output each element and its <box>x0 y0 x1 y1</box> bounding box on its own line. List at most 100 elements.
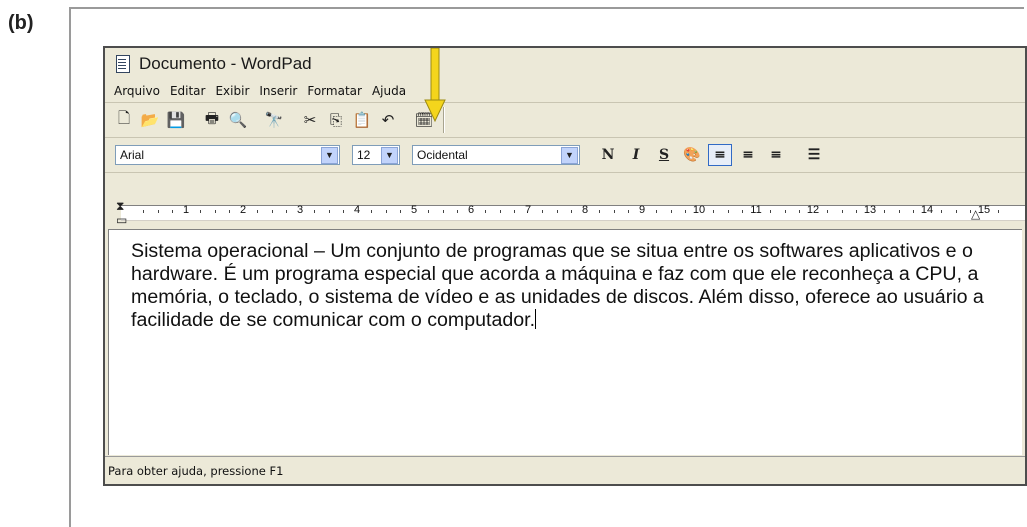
ruler-tick <box>941 210 943 213</box>
ruler-tick <box>727 210 729 213</box>
ruler-tick <box>542 210 544 213</box>
ruler-tick <box>855 210 857 213</box>
ruler-tick <box>969 210 971 213</box>
ruler-tick <box>385 210 387 213</box>
ruler-tick <box>271 210 273 213</box>
ruler-tick <box>827 210 829 213</box>
left-indent-icon[interactable]: ▭ <box>116 213 127 227</box>
ruler-tick <box>741 210 743 213</box>
align-left-button[interactable]: ≡ <box>708 144 732 166</box>
script-select[interactable]: Ocidental ▼ <box>412 145 580 165</box>
ruler-number: 2 <box>239 204 247 216</box>
ruler-tick <box>214 210 216 213</box>
ruler-number: 14 <box>920 204 934 216</box>
ruler-tick <box>342 210 344 213</box>
italic-button[interactable]: I <box>624 144 648 166</box>
print-preview-icon[interactable]: 🔍 <box>227 109 249 131</box>
ruler-number: 10 <box>692 204 706 216</box>
ruler-tick <box>328 210 330 213</box>
open-icon[interactable]: 📂 <box>139 109 161 131</box>
ruler-tick <box>143 210 145 213</box>
ruler-tick <box>670 210 672 213</box>
ruler-number: 7 <box>524 204 532 216</box>
ruler-tick <box>200 210 202 213</box>
ruler-tick <box>599 210 601 213</box>
ruler-tick <box>228 210 230 213</box>
ruler-tick <box>656 210 658 213</box>
align-center-button[interactable]: ≡ <box>736 144 760 166</box>
font-value: Arial <box>120 148 145 162</box>
menu-bar: Arquivo Editar Exibir Inserir Formatar A… <box>105 79 1025 103</box>
ruler-tick <box>456 210 458 213</box>
ruler-tick <box>399 210 401 213</box>
standard-toolbar: 🗋 📂 💾 🖶 🔍 🔭 ✂ ⎘ 📋 ↶ 🗓 <box>105 103 1025 138</box>
ruler-tick <box>955 210 957 213</box>
ruler-tick <box>513 210 515 213</box>
font-select[interactable]: Arial ▼ <box>115 145 340 165</box>
wordpad-window: Documento - WordPad Arquivo Editar Exibi… <box>103 46 1027 486</box>
menu-formatar[interactable]: Formatar <box>302 84 367 98</box>
color-palette-icon[interactable]: 🎨 <box>680 144 704 166</box>
print-icon[interactable]: 🖶 <box>201 109 223 131</box>
ruler-number: 11 <box>750 204 762 216</box>
ruler-tick <box>428 210 430 213</box>
chevron-down-icon[interactable]: ▼ <box>381 146 398 164</box>
ruler-tick <box>998 210 1000 213</box>
menu-inserir[interactable]: Inserir <box>254 84 302 98</box>
font-size-select[interactable]: 12 ▼ <box>352 145 400 165</box>
document-area[interactable]: Sistema operacional – Um conjunto de pro… <box>108 229 1022 455</box>
document-text[interactable]: Sistema operacional – Um conjunto de pro… <box>131 240 991 332</box>
save-icon[interactable]: 💾 <box>165 109 187 131</box>
cut-icon[interactable]: ✂ <box>299 109 321 131</box>
ruler-tick <box>257 210 259 213</box>
find-icon[interactable]: 🔭 <box>263 109 285 131</box>
title-bar[interactable]: Documento - WordPad <box>105 48 1025 79</box>
ruler-tick <box>770 210 772 213</box>
menu-ajuda[interactable]: Ajuda <box>367 84 411 98</box>
ruler-tick <box>912 210 914 213</box>
ruler-tick <box>613 210 615 213</box>
ruler-tick <box>570 210 572 213</box>
text-caret <box>535 309 537 329</box>
ruler-number: 15 <box>977 204 991 216</box>
ruler-tick <box>798 210 800 213</box>
indent-marker-icon[interactable]: ⧗ <box>116 199 124 214</box>
ruler-band <box>121 205 1025 221</box>
ruler-number: 8 <box>581 204 589 216</box>
format-toolbar: Arial ▼ 12 ▼ Ocidental ▼ N I S 🎨 ≡ ≡ ≡ ☰ <box>105 138 1025 173</box>
ruler-tick <box>898 210 900 213</box>
status-text: Para obter ajuda, pressione F1 <box>108 463 284 478</box>
paste-icon[interactable]: 📋 <box>351 109 373 131</box>
document-body: Sistema operacional – Um conjunto de pro… <box>131 240 984 331</box>
ruler-tick <box>627 210 629 213</box>
ruler-number: 3 <box>296 204 304 216</box>
underline-button[interactable]: S <box>652 144 676 166</box>
new-icon[interactable]: 🗋 <box>113 109 135 131</box>
ruler-number: 13 <box>863 204 877 216</box>
ruler-tick <box>314 210 316 213</box>
figure-label: (b) <box>8 12 34 34</box>
script-value: Ocidental <box>417 148 468 162</box>
menu-exibir[interactable]: Exibir <box>210 84 254 98</box>
ruler-number: 9 <box>638 204 646 216</box>
bold-button[interactable]: N <box>596 144 620 166</box>
ruler-tick <box>841 210 843 213</box>
menu-editar[interactable]: Editar <box>165 84 211 98</box>
status-bar: Para obter ajuda, pressione F1 <box>105 456 1025 484</box>
bullets-button[interactable]: ☰ <box>802 144 826 166</box>
ruler-tick <box>713 210 715 213</box>
ruler-tick <box>784 210 786 213</box>
chevron-down-icon[interactable]: ▼ <box>321 146 338 164</box>
window-title: Documento - WordPad <box>139 53 312 73</box>
ruler-tick <box>499 210 501 213</box>
copy-icon[interactable]: ⎘ <box>325 109 347 131</box>
font-size-value: 12 <box>357 148 371 162</box>
undo-icon[interactable]: ↶ <box>377 109 399 131</box>
ruler-tick <box>371 210 373 213</box>
annotation-arrow-icon <box>424 48 446 122</box>
menu-arquivo[interactable]: Arquivo <box>109 84 165 98</box>
align-right-button[interactable]: ≡ <box>764 144 788 166</box>
chevron-down-icon[interactable]: ▼ <box>561 146 578 164</box>
ruler-tick <box>556 210 558 213</box>
ruler-tick <box>171 210 173 213</box>
